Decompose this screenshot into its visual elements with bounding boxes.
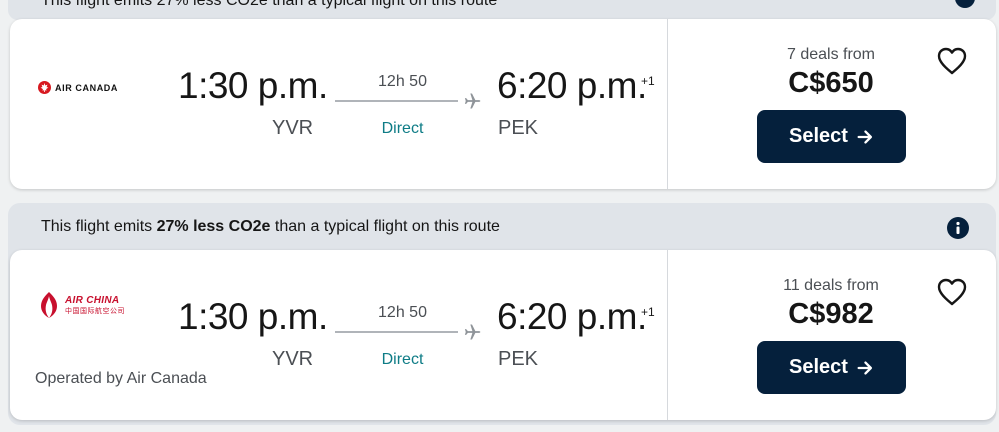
air-canada-logo: AIR CANADA [38, 81, 118, 94]
card-divider [667, 19, 668, 189]
plane-icon [462, 91, 482, 116]
arrival-airport-code: PEK [498, 348, 539, 370]
info-icon[interactable] [955, 0, 975, 13]
select-label: Select [789, 356, 848, 378]
airline-name-cn: 中国国际航空公司 [65, 307, 125, 315]
airline-name: AIR CHINA [65, 294, 120, 306]
heart-icon[interactable] [936, 277, 968, 312]
select-button[interactable]: Select [757, 341, 906, 394]
select-label: Select [789, 125, 848, 147]
deals-count: 11 deals from [783, 277, 879, 294]
arrival-time: 6:20 p.m. [497, 296, 647, 337]
arrival-airport-code: PEK [498, 117, 539, 139]
operated-by-label: Operated by Air Canada [35, 370, 207, 387]
info-icon[interactable] [947, 217, 969, 244]
airline-name: AIR CANADA [55, 82, 118, 93]
flight-card-air-china[interactable]: AIR CHINA 中国国际航空公司 1:30 p.m. YVR 12h 50 … [10, 250, 996, 420]
select-button[interactable]: Select [757, 110, 906, 163]
arrival-day-offset: +1 [641, 305, 655, 319]
arrival-time: 6:20 p.m. [497, 65, 647, 106]
arrival-day-offset: +1 [641, 74, 655, 88]
eco-banner-top: This flight emits 27% less CO2e than a t… [8, 0, 996, 20]
departure-time: 1:30 p.m. [178, 296, 328, 337]
flight-duration: 12h 50 [378, 304, 427, 321]
arrow-right-icon [857, 129, 872, 144]
deals-count: 7 deals from [786, 46, 876, 63]
card-divider [667, 250, 668, 420]
price: C$982 [788, 298, 874, 330]
departure-airport-code: YVR [272, 348, 314, 370]
stops-label: Direct [381, 120, 424, 137]
route-line [335, 331, 458, 333]
eco-banner-text: This flight emits 27% less CO2e than a t… [41, 218, 500, 235]
air-china-logo: AIR CHINA 中国国际航空公司 [36, 290, 125, 320]
price: C$650 [788, 67, 874, 99]
departure-time: 1:30 p.m. [178, 65, 328, 106]
route-line [335, 100, 458, 102]
flight-card-air-canada[interactable]: AIR CANADA 1:30 p.m. YVR 12h 50 Direct 6… [10, 19, 996, 189]
eco-banner-text: This flight emits 27% less CO2e than a t… [41, 0, 498, 9]
stops-label: Direct [381, 351, 424, 368]
air-china-phoenix-icon [41, 292, 57, 318]
plane-icon [462, 322, 482, 347]
air-canada-maple-leaf-icon [38, 81, 51, 94]
heart-icon[interactable] [936, 46, 968, 81]
arrow-right-icon [857, 360, 872, 375]
flight-duration: 12h 50 [378, 73, 427, 90]
departure-airport-code: YVR [272, 117, 314, 139]
